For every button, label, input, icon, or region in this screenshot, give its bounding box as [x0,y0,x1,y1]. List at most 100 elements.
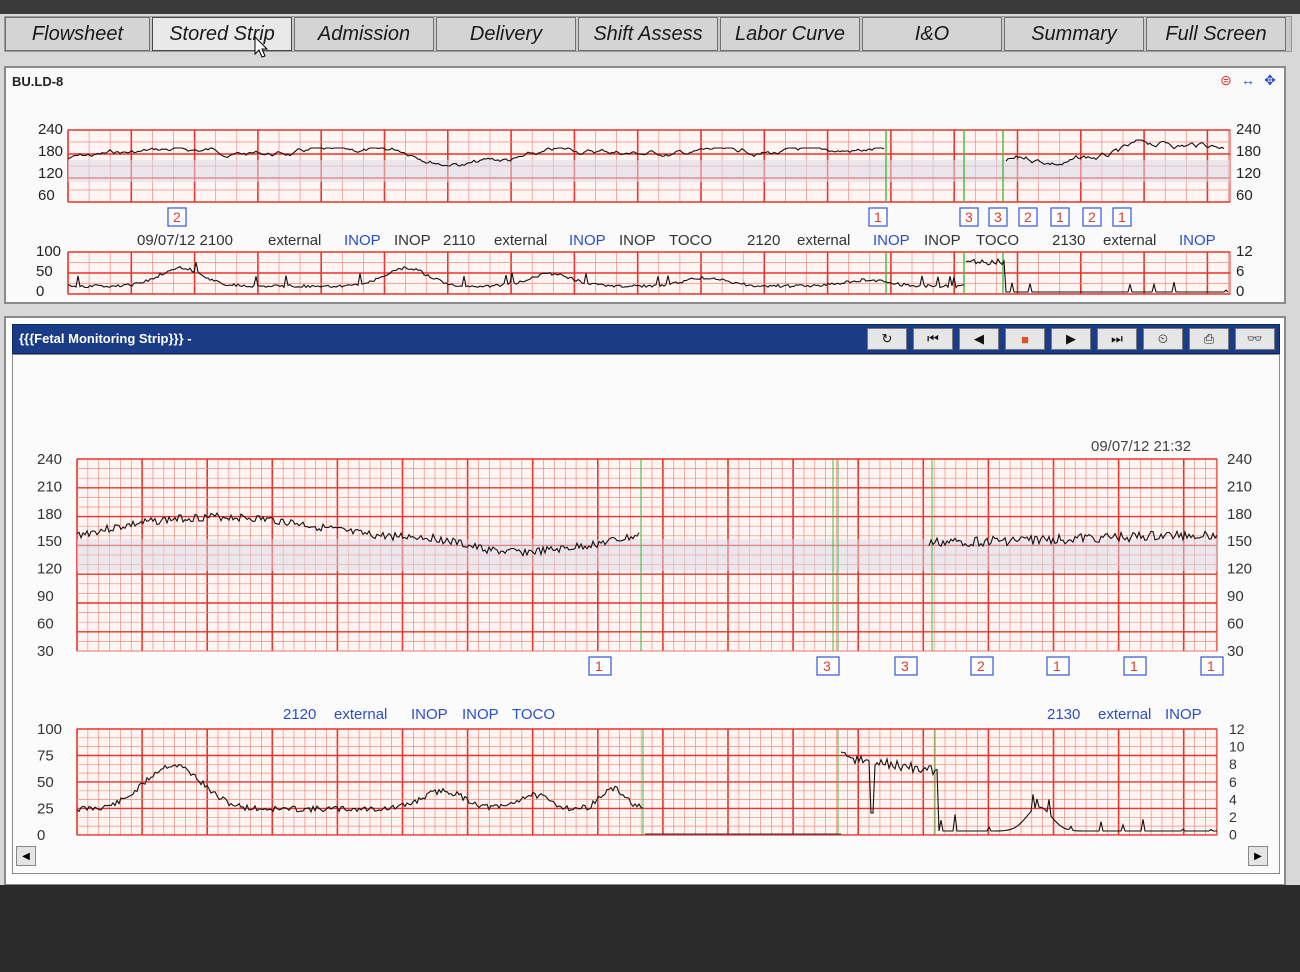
toco-tick-label: 0 [1229,827,1237,843]
first-icon[interactable]: ⏮ [913,328,953,350]
overview-strip-chart: 240 240180 180120 12060 602 1 3 3 2 1 2 109/07/12 2… [36,121,1261,300]
annotation-text: INOP [411,706,448,723]
fhr-tick-label: 180 [1227,506,1252,523]
playback-controls: ↻ ⏮ ◀ ■ ▶ ⏭ ⏲ ⎙ 👓 [867,328,1275,350]
stop-icon[interactable]: ■ [1005,328,1045,350]
annotation-text: external [334,706,387,723]
tab-shift-assess[interactable]: Shift Assess [578,17,718,51]
annotation-text: TOCO [669,232,712,249]
tab-full-screen[interactable]: Full Screen [1146,17,1286,51]
toco-tick-label: 25 [37,801,54,818]
toco-tick-label: 75 [37,748,54,765]
scroll-left-icon[interactable]: ◀ [16,846,36,866]
event-marker: 1 [1050,207,1070,227]
last-icon[interactable]: ⏭ [1097,328,1137,350]
tab-delivery[interactable]: Delivery [436,17,576,51]
toco-tick-label: 2 [1229,809,1237,825]
marker-label: 1 [1053,658,1061,674]
annotation-text: 2130 [1047,706,1080,723]
marker-label: 1 [1056,209,1064,225]
event-marker: 1 [1046,656,1070,676]
event-marker: 2 [970,656,994,676]
marker-label: 3 [823,658,831,674]
monitor-screen: Flowsheet Stored Strip Admission Delivery Sh… [0,0,1300,885]
toco-tick-label: 0 [37,827,45,844]
normal-range-band [68,160,1230,182]
horizontal-scrollbar[interactable]: ◀ ▶ [16,846,1278,866]
normal-range-band [77,539,1217,571]
event-marker: 1 [1112,207,1132,227]
scroll-right-icon[interactable]: ▶ [1248,846,1268,866]
marker-label: 2 [173,209,181,225]
marker-label: 1 [1130,658,1138,674]
fhr-tick-label: 120 [38,165,63,182]
event-marker: 2 [167,207,187,227]
event-marker: 2 [1082,207,1102,227]
fhr-tick-label: 120 [37,561,62,578]
annotation-text: 2130 [1052,232,1085,249]
toco-tick-label: 12 [1236,243,1253,260]
speed-icon[interactable]: ⏲ [1143,328,1183,350]
toco-tick-label: 50 [37,774,54,791]
fhr-tick-label: 240 [1227,451,1252,468]
tab-flowsheet[interactable]: Flowsheet [5,17,150,51]
marker-label: 2 [977,658,985,674]
toco-tick-label: 8 [1229,756,1237,772]
toco-tick-label: 6 [1229,774,1237,790]
mouse-pointer-icon [254,35,269,63]
event-marker: 3 [816,656,840,676]
detail-window: {{{Fetal Monitoring Strip}}} - ↻ ⏮ ◀ ■ ▶ ⏭ ⏲ ⎙ 👓… [4,316,1286,885]
fhr-tick-label: 180 [1236,143,1261,160]
detail-body: 09/07/12 21:32 240 240 210 210 180 180 150 150 12… [12,354,1280,874]
toco-tick-label: 100 [36,243,61,260]
tab-bar: Flowsheet Stored Strip Admission Delivery Sh… [4,16,1292,52]
annotation-text: external [1103,232,1156,249]
annotation-text: 2120 [283,706,316,723]
title-strip [0,0,1300,14]
fhr-tick-label: 60 [1236,187,1253,204]
annotation-text: TOCO [512,706,555,723]
refresh-icon[interactable]: ↻ [867,328,907,350]
tab-stored-strip[interactable]: Stored Strip [152,17,292,51]
fhr-tick-label: 150 [37,533,62,550]
toco-tick-label: 50 [36,263,53,280]
annotation-text: 2110 [443,232,475,249]
tab-labor-curve[interactable]: Labor Curve [720,17,860,51]
annotation-text: INOP [344,232,381,249]
fhr-tick-label: 30 [37,643,54,660]
view-icon[interactable]: 👓 [1235,328,1275,350]
fhr-tick-label: 90 [37,588,54,605]
annotation-text: external [1098,706,1151,723]
next-icon[interactable]: ▶ [1051,328,1091,350]
annotation-text: 09/07/12 2100 [137,232,233,249]
annotation-text: INOP [619,232,656,249]
annotation-text: external [268,232,321,249]
event-marker: 1 [1123,656,1147,676]
prev-icon[interactable]: ◀ [959,328,999,350]
fhr-tick-label: 60 [38,187,55,204]
fhr-tick-label: 150 [1227,533,1252,550]
tab-admission[interactable]: Admission [294,17,434,51]
tab-i-o[interactable]: I&O [862,17,1002,51]
overview-panel: BU.LD-8 ⊜ ↔ ✥ 240 240 180 180 120 120 60 60 2 1 3 3… [4,66,1286,304]
toco-tick-label: 6 [1236,263,1244,280]
event-marker: 1 [1200,656,1224,676]
annotation-text: TOCO [976,232,1019,249]
fhr-tick-label: 240 [1236,121,1261,138]
annotation-text: INOP [924,232,961,249]
event-marker: 2 [1018,207,1038,227]
tab-summary[interactable]: Summary [1004,17,1144,51]
marker-label: 1 [874,209,882,225]
fhr-tick-label: 240 [37,451,62,468]
annotation-text: INOP [394,232,431,249]
event-marker: 1 [588,656,612,676]
marker-label: 3 [965,209,973,225]
toco-tick-label: 100 [37,721,62,738]
detail-title-bar: {{{Fetal Monitoring Strip}}} - ↻ ⏮ ◀ ■ ▶ ⏭ ⏲ ⎙ 👓 [12,324,1280,354]
annotation-text: external [797,232,850,249]
annotation-text: INOP [1179,232,1216,249]
print-icon[interactable]: ⎙ [1189,328,1229,350]
fhr-tick-label: 210 [37,478,62,495]
toco-tick-label: 12 [1229,721,1245,737]
event-marker: 3 [959,207,979,227]
